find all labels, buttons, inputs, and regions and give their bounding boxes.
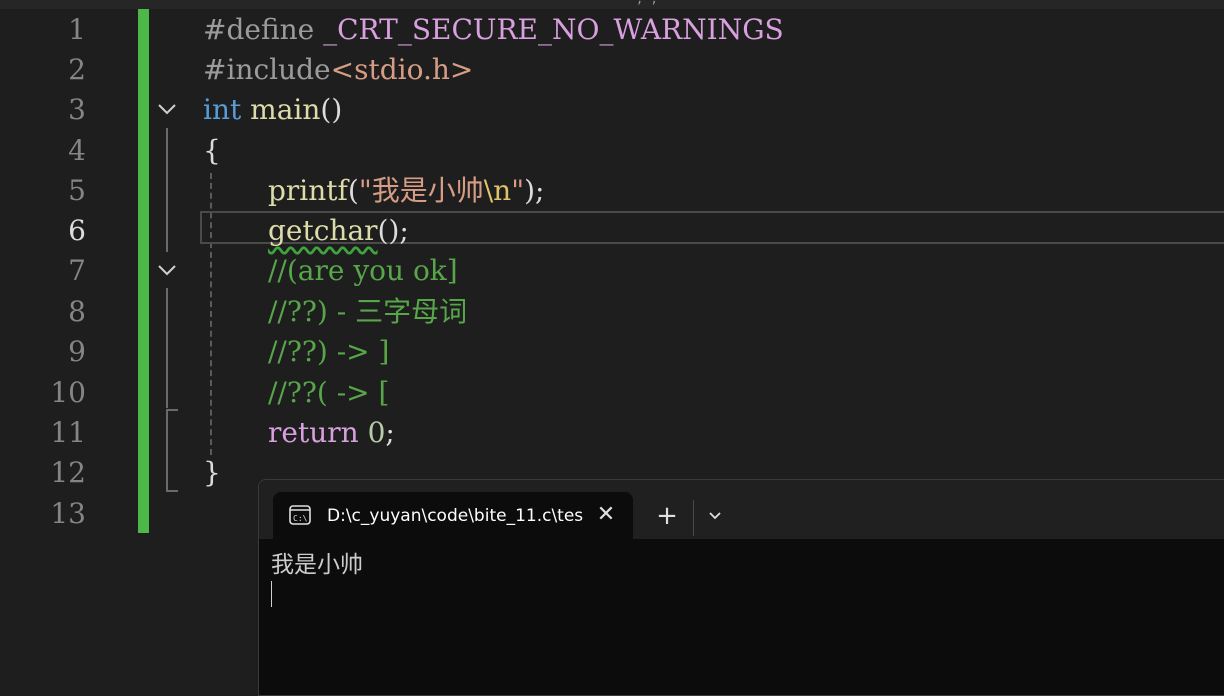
fold-guide-line (166, 410, 168, 492)
code-line-10[interactable]: //??( -> [ (268, 373, 389, 413)
type-keyword: int (203, 93, 242, 126)
chevron-down-icon[interactable] (703, 506, 727, 526)
line-number: 9 (68, 335, 86, 368)
line-number: 7 (68, 254, 86, 287)
terminal-tab-title: D:\c_yuyan\code\bite_11.c\tes (327, 506, 584, 526)
string-literal: "我是小帅 (358, 174, 484, 207)
terminal-tab[interactable]: C:\ D:\c_yuyan\code\bite_11.c\tes ✕ (273, 492, 633, 540)
code-line-7[interactable]: //(are you ok] (268, 251, 458, 291)
escape-sequence: \n (483, 174, 512, 207)
paren-semicolon: (); (377, 214, 409, 247)
line-number: 12 (50, 456, 86, 489)
paren-semicolon: ); (524, 174, 545, 207)
fold-chevron-down-icon[interactable] (155, 90, 179, 130)
open-brace: { (203, 134, 221, 167)
code-line-11[interactable]: return 0; (268, 413, 395, 453)
string-end: " (511, 174, 525, 207)
new-tab-button[interactable]: + (653, 502, 681, 530)
return-keyword: return (268, 416, 359, 449)
terminal-window[interactable]: C:\ D:\c_yuyan\code\bite_11.c\tes ✕ + 我是… (258, 479, 1224, 696)
top-marks: --- (22, 0, 74, 6)
window-top-strip: --- , , (0, 0, 1224, 9)
top-marks-right: , , (636, 0, 658, 6)
include-header: <stdio.h> (330, 53, 474, 86)
terminal-output: 我是小帅 (271, 552, 363, 578)
preprocessor-directive: #define (203, 13, 315, 46)
line-number-active: 6 (68, 214, 86, 247)
fold-chevron-down-icon[interactable] (155, 251, 179, 291)
console-icon: C:\ (289, 505, 311, 529)
code-line-6[interactable]: getchar(); (268, 211, 409, 251)
close-brace: } (203, 456, 221, 489)
line-number: 13 (50, 497, 86, 530)
titlebar-separator (693, 500, 694, 536)
function-call: printf (268, 174, 348, 207)
line-number: 1 (68, 13, 86, 46)
svg-text:C:\: C:\ (293, 514, 308, 523)
code-line-8[interactable]: //??) - 三字母词 (268, 292, 467, 332)
preprocessor-directive: #include (203, 53, 331, 86)
line-number: 10 (50, 376, 86, 409)
paren: ( (347, 174, 359, 207)
line-number: 4 (68, 134, 86, 167)
fold-guide-line (166, 128, 168, 252)
code-line-9[interactable]: //??) -> ] (268, 332, 389, 372)
code-line-12[interactable]: } (203, 453, 221, 493)
code-line-5[interactable]: printf("我是小帅\n"); (268, 171, 544, 211)
fold-guide-end (166, 490, 178, 492)
line-number: 5 (68, 174, 86, 207)
close-tab-icon[interactable]: ✕ (593, 502, 619, 528)
function-name: main (241, 93, 321, 126)
parens: () (320, 93, 343, 126)
macro-name: _CRT_SECURE_NO_WARNINGS (314, 13, 784, 46)
fold-guide-line (166, 288, 168, 408)
change-indicator-bar (138, 9, 149, 533)
terminal-cursor (271, 581, 272, 607)
code-line-4[interactable]: { (203, 131, 221, 171)
number-literal: 0 (358, 416, 386, 449)
semicolon: ; (385, 416, 395, 449)
code-line-2[interactable]: #include<stdio.h> (203, 50, 473, 90)
line-number: 2 (68, 53, 86, 86)
code-line-3[interactable]: int main() (203, 90, 342, 130)
terminal-titlebar[interactable]: C:\ D:\c_yuyan\code\bite_11.c\tes ✕ + (259, 480, 1224, 540)
function-call-warning[interactable]: getchar (268, 214, 378, 247)
line-number: 11 (50, 416, 86, 449)
code-line-1[interactable]: #define _CRT_SECURE_NO_WARNINGS (203, 10, 784, 50)
line-number: 3 (68, 93, 86, 126)
line-number: 8 (68, 295, 86, 328)
